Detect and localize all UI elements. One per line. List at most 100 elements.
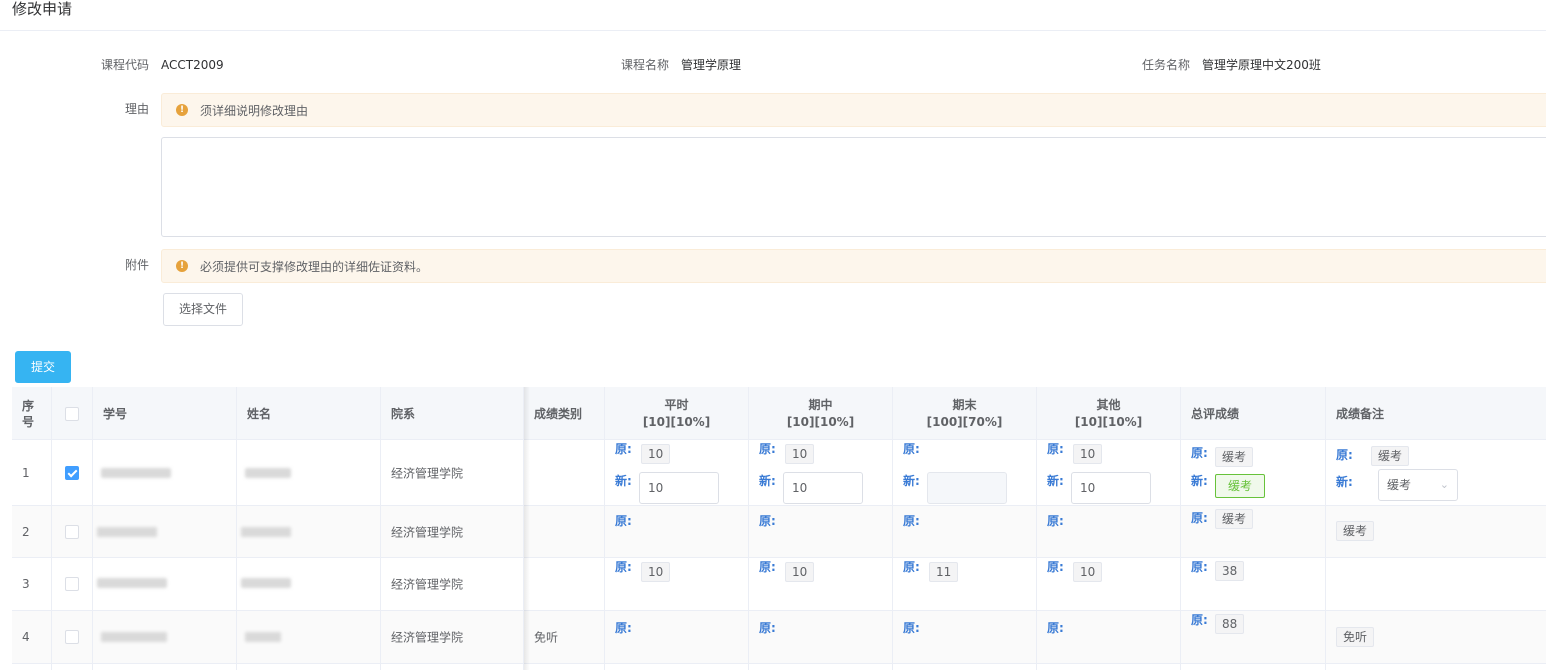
header-final-text: 期末 [100][70%] <box>926 397 1003 429</box>
header-remark-text: 成绩备注 <box>1336 407 1385 421</box>
choose-file-button[interactable]: 选择文件 <box>163 293 243 326</box>
task-name-label: 任务名称 <box>1142 58 1191 72</box>
other-new-input[interactable]: 10 <box>1071 472 1151 504</box>
cell-seq: 2 <box>12 506 52 557</box>
reason-notice: ! 须详细说明修改理由 <box>161 93 1546 127</box>
orig-label: 原: <box>1047 514 1064 528</box>
table-row[interactable]: 3 经济管理学院 原: 10 原: 10 原: 11 原: 10 原: 38 <box>12 558 1546 611</box>
cell-final: 原: 11 <box>893 558 1037 610</box>
header-total-text: 总评成绩 <box>1191 407 1240 421</box>
cell-midterm: 原: <box>749 506 893 557</box>
header-remark: 成绩备注 <box>1326 387 1546 440</box>
cell-total: 原: 缓考 <box>1181 506 1326 557</box>
chevron-down-icon: ⌄ <box>1439 478 1449 491</box>
cell-category: 免听 <box>524 611 605 663</box>
total-orig-value: 缓考 <box>1215 447 1254 467</box>
table-row[interactable]: 2 经济管理学院 原: 原: 原: 原: 原: 缓考 缓考 <box>12 506 1546 558</box>
total-new-value: 缓考 <box>1215 474 1266 498</box>
cell-select[interactable] <box>52 506 93 557</box>
final-new-input <box>927 472 1007 504</box>
row-seq: 3 <box>22 577 30 591</box>
cell-name <box>237 664 381 670</box>
remark-value: 缓考 <box>1336 521 1375 541</box>
header-name-text: 姓名 <box>247 407 272 421</box>
header-select-all[interactable] <box>52 387 93 440</box>
cell-category <box>524 440 605 505</box>
cell-select[interactable] <box>52 664 93 670</box>
cell-student-id <box>93 558 237 610</box>
redacted-student-id <box>97 527 157 537</box>
course-name-label: 课程名称 <box>621 58 670 72</box>
cell-select[interactable] <box>52 611 93 663</box>
remark-new-select[interactable]: 缓考 ⌄ <box>1378 469 1458 501</box>
new-label: 新: <box>1047 474 1064 488</box>
cell-total: 原: 38 <box>1181 558 1326 610</box>
cell-other: 原: <box>1037 506 1181 557</box>
cell-total: 原: 缓考 新: 缓考 <box>1181 440 1326 505</box>
cell-category <box>524 664 605 670</box>
cell-other: 原: 10 <box>1037 558 1181 610</box>
cell-remark: 免听 <box>1326 611 1546 663</box>
cell-name <box>237 440 381 505</box>
cell-regular: 原: <box>605 506 749 557</box>
row-checkbox[interactable] <box>65 465 79 480</box>
table-row[interactable]: 4 经济管理学院 免听 原: 原: 原: 原: 原: 88 免听 <box>12 611 1546 664</box>
table-row[interactable]: 1 经济管理学院 原: 10 新: 10 原: 10 新: 10 原: 新: 原… <box>12 440 1546 506</box>
cell-seq: 4 <box>12 611 52 663</box>
cell-select[interactable] <box>52 558 93 610</box>
orig-label: 原: <box>615 514 632 528</box>
header-dept-text: 院系 <box>391 407 416 421</box>
cell-other: 原: <box>1037 611 1181 663</box>
cell-name <box>237 506 381 557</box>
cell-seq: 1 <box>12 440 52 505</box>
header-student-id-text: 学号 <box>103 407 128 421</box>
row-checkbox[interactable] <box>65 577 79 591</box>
orig-label: 原: <box>615 621 632 635</box>
cell-select[interactable] <box>52 440 93 505</box>
cell-student-id <box>93 440 237 505</box>
row-seq: 1 <box>22 465 30 480</box>
cell-regular: 原: 10 新: 10 <box>605 440 749 505</box>
course-name-value: 管理学原理 <box>681 58 742 72</box>
cell-total <box>1181 664 1326 670</box>
orig-label: 原: <box>615 560 632 574</box>
redacted-student-id <box>101 468 171 478</box>
reason-label: 理由 <box>125 102 150 116</box>
orig-label: 原: <box>1047 621 1064 635</box>
cell-dept: 经济管理学院 <box>381 558 524 610</box>
cell-name <box>237 611 381 663</box>
header-category-text: 成绩类别 <box>534 407 583 421</box>
fixed-column-shadow <box>524 387 530 670</box>
row-checkbox[interactable] <box>65 630 79 644</box>
row-checkbox[interactable] <box>65 524 79 539</box>
cell-remark <box>1326 558 1546 610</box>
submit-button[interactable]: 提交 <box>15 351 71 383</box>
header-seq: 序 号 <box>12 387 52 440</box>
midterm-new-input[interactable]: 10 <box>783 472 863 504</box>
cell-category <box>524 506 605 557</box>
cell-dept: 经济管理学院 <box>381 611 524 663</box>
redacted-student-id <box>97 578 167 588</box>
cell-midterm: 原: 10 <box>749 558 893 610</box>
reason-textarea[interactable] <box>161 137 1546 237</box>
redacted-name <box>241 527 291 537</box>
orig-label: 原: <box>615 442 632 456</box>
regular-new-input[interactable]: 10 <box>639 472 719 504</box>
cell-regular: 原: 10 <box>605 558 749 610</box>
regular-orig-value: 10 <box>641 444 671 464</box>
header-other: 其他 [10][10%] <box>1037 387 1181 440</box>
orig-label: 原: <box>1336 448 1353 462</box>
cell-remark: 缓考 <box>1326 506 1546 557</box>
cell-midterm: 原: 10 新: 10 <box>749 440 893 505</box>
remark-new-selected: 缓考 <box>1387 478 1412 492</box>
header-other-text: 其他 [10][10%] <box>1074 397 1143 429</box>
cell-final: 原: <box>893 506 1037 557</box>
redacted-student-id <box>101 632 167 642</box>
redacted-name <box>245 468 291 478</box>
select-all-checkbox[interactable] <box>65 406 79 421</box>
new-label: 新: <box>615 474 632 488</box>
table-row[interactable] <box>12 664 1546 670</box>
cell-seq <box>12 664 52 670</box>
final-orig-value: 11 <box>929 562 959 582</box>
remark-orig-value: 缓考 <box>1371 446 1410 466</box>
